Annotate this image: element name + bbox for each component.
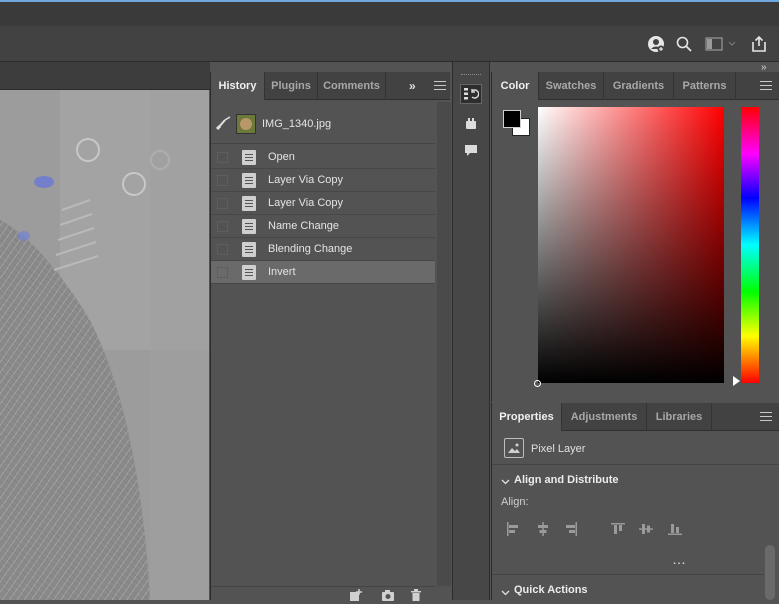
- panel-menu-icon[interactable]: [760, 81, 772, 91]
- panel-menu-icon[interactable]: [434, 81, 446, 91]
- history-checkbox[interactable]: [217, 175, 228, 186]
- align-label: Align:: [501, 496, 529, 508]
- align-bottom-edges-icon[interactable]: [668, 522, 682, 539]
- align-left-edges-icon[interactable]: [506, 522, 520, 539]
- layer-type-label: Pixel Layer: [531, 443, 586, 455]
- quick-actions-heading[interactable]: Quick Actions: [514, 584, 588, 596]
- layer-type-row: Pixel Layer: [492, 432, 779, 465]
- tab-history[interactable]: History: [211, 72, 265, 100]
- more-options-icon[interactable]: …: [672, 551, 687, 567]
- pixel-layer-icon: [504, 438, 524, 458]
- camera-icon[interactable]: [381, 589, 395, 604]
- snapshot-thumbnail: [236, 114, 256, 134]
- history-state-label: Open: [268, 151, 295, 163]
- share-icon[interactable]: [749, 34, 769, 54]
- history-panel: History Plugins Comments » IMG_1340.jpg …: [210, 72, 451, 601]
- comments-icon[interactable]: [460, 140, 482, 160]
- history-state[interactable]: Open: [211, 146, 435, 169]
- history-state-label: Layer Via Copy: [268, 197, 344, 209]
- strip-grip[interactable]: [461, 74, 481, 76]
- document-tab-strip: [0, 62, 210, 90]
- align-distribute-heading[interactable]: Align and Distribute: [514, 474, 619, 486]
- history-state-selected[interactable]: Invert: [211, 261, 435, 284]
- snapshot-name: IMG_1340.jpg: [262, 118, 332, 130]
- history-checkbox[interactable]: [217, 152, 228, 163]
- foreground-color-swatch[interactable]: [503, 110, 521, 128]
- panel-menu-icon[interactable]: [760, 412, 772, 422]
- chevron-down-icon[interactable]: [501, 476, 510, 488]
- hue-slider-handle[interactable]: [733, 376, 740, 386]
- history-state[interactable]: Blending Change: [211, 238, 435, 261]
- tab-plugins[interactable]: Plugins: [265, 72, 318, 100]
- document-canvas[interactable]: [0, 90, 209, 600]
- tab-properties[interactable]: Properties: [492, 403, 562, 431]
- tab-patterns[interactable]: Patterns: [674, 72, 736, 100]
- workspace-icon[interactable]: [704, 34, 724, 54]
- history-state-label: Layer Via Copy: [268, 174, 344, 186]
- title-bar: [0, 0, 779, 26]
- history-state-label: Name Change: [268, 220, 339, 232]
- tab-gradients[interactable]: Gradients: [604, 72, 674, 100]
- double-chevron-icon[interactable]: »: [409, 79, 416, 93]
- tab-color[interactable]: Color: [492, 72, 539, 100]
- history-state[interactable]: Layer Via Copy: [211, 192, 435, 215]
- tab-comments[interactable]: Comments: [318, 72, 386, 100]
- history-snapshot[interactable]: IMG_1340.jpg: [211, 102, 435, 144]
- chevron-down-icon[interactable]: [726, 34, 738, 54]
- history-state-icon: [242, 242, 256, 257]
- history-state-icon: [242, 265, 256, 280]
- plugins-icon[interactable]: [460, 114, 482, 134]
- history-footer: [211, 586, 435, 601]
- align-right-edges-icon[interactable]: [564, 522, 578, 539]
- history-checkbox[interactable]: [217, 198, 228, 209]
- collapsed-panel-strip: [452, 62, 490, 600]
- search-icon[interactable]: [674, 34, 694, 54]
- color-panel: Color Swatches Gradients Patterns: [491, 72, 779, 402]
- history-checkbox[interactable]: [217, 244, 228, 255]
- history-icon[interactable]: [460, 84, 482, 104]
- new-document-icon[interactable]: [349, 589, 363, 604]
- history-checkbox[interactable]: [217, 221, 228, 232]
- history-brush-icon[interactable]: [215, 116, 232, 133]
- user-add-icon[interactable]: [646, 34, 666, 54]
- color-picker-marker[interactable]: [534, 380, 541, 387]
- align-vertical-centers-icon[interactable]: [639, 522, 653, 539]
- history-state-icon: [242, 173, 256, 188]
- chevron-down-icon[interactable]: [501, 587, 510, 599]
- properties-panel: Properties Adjustments Libraries Pixel L…: [491, 403, 779, 600]
- history-state[interactable]: Name Change: [211, 215, 435, 238]
- color-field[interactable]: [534, 107, 724, 387]
- history-state-icon: [242, 196, 256, 211]
- history-scrollbar[interactable]: [437, 102, 451, 586]
- properties-scrollbar[interactable]: [765, 545, 775, 600]
- color-tab-bar: Color Swatches Gradients Patterns: [492, 72, 779, 100]
- tab-adjustments[interactable]: Adjustments: [562, 403, 647, 431]
- history-checkbox[interactable]: [217, 267, 228, 278]
- properties-tab-bar: Properties Adjustments Libraries: [492, 403, 779, 431]
- align-horizontal-centers-icon[interactable]: [536, 522, 550, 539]
- history-state-icon: [242, 150, 256, 165]
- history-tab-bar: History Plugins Comments »: [211, 72, 450, 100]
- history-state-icon: [242, 219, 256, 234]
- tab-swatches[interactable]: Swatches: [539, 72, 604, 100]
- options-bar: [0, 26, 779, 62]
- trash-icon[interactable]: [410, 589, 422, 604]
- hue-slider[interactable]: [741, 107, 759, 383]
- align-top-edges-icon[interactable]: [611, 522, 625, 539]
- history-state-label: Blending Change: [268, 243, 353, 255]
- section-divider: [492, 574, 764, 575]
- tab-libraries[interactable]: Libraries: [647, 403, 712, 431]
- history-state-label: Invert: [268, 266, 296, 278]
- history-state[interactable]: Layer Via Copy: [211, 169, 435, 192]
